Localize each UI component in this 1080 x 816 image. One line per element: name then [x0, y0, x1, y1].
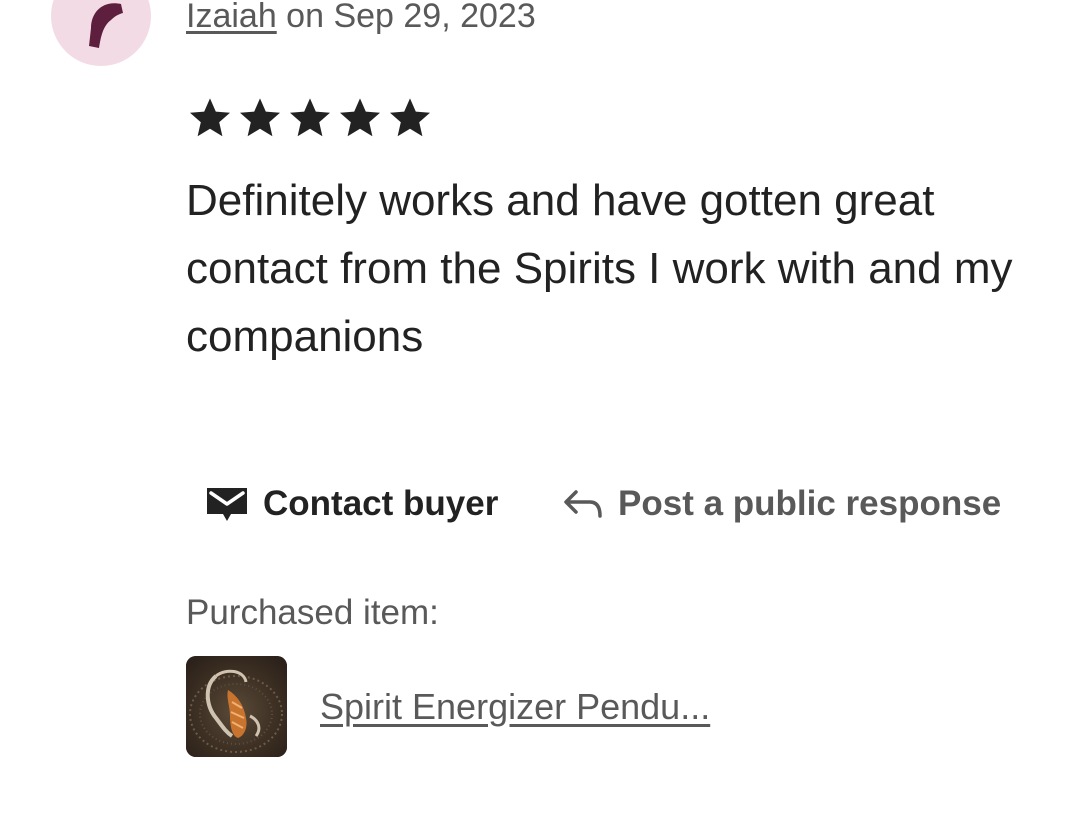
star-icon [290, 98, 330, 137]
review-text: Definitely works and have gotten great c… [186, 176, 1013, 361]
star-rating [186, 94, 434, 142]
star-icon [190, 98, 230, 137]
post-public-response-button[interactable]: Post a public response [562, 480, 1001, 528]
avatar-glyph-icon [89, 3, 123, 48]
purchased-item-link[interactable]: Spirit Energizer Pendu... [320, 684, 710, 730]
review-date: on Sep 29, 2023 [276, 0, 536, 35]
contact-buyer-label: Contact buyer [263, 484, 499, 523]
reply-arrow-icon [564, 490, 602, 518]
purchased-item-label: Purchased item: [186, 593, 439, 632]
reviewer-avatar[interactable] [51, 0, 151, 66]
star-icon [390, 98, 430, 137]
purchased-item-thumbnail[interactable] [186, 656, 287, 757]
pendulum-image [186, 656, 287, 757]
star-icon [240, 98, 280, 137]
reviewer-name-link[interactable]: Izaiah [186, 0, 277, 35]
contact-buyer-button[interactable]: Contact buyer [205, 480, 498, 528]
review-byline: Izaiah on Sep 29, 2023 [186, 0, 536, 38]
envelope-icon [207, 488, 247, 521]
post-public-response-label: Post a public response [618, 484, 1002, 523]
star-icon [340, 98, 380, 137]
